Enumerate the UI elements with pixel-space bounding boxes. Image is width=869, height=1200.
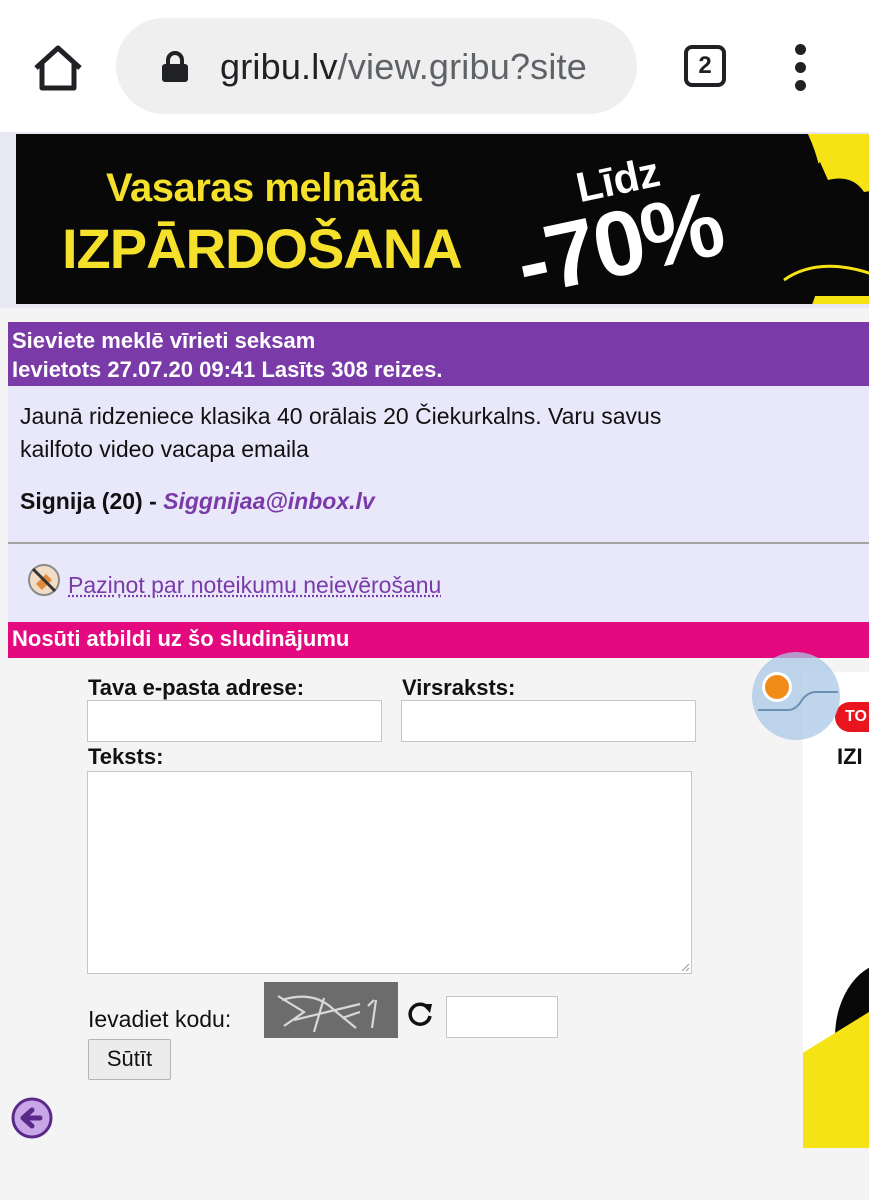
subject-label: Virsraksts: <box>402 675 516 700</box>
browser-toolbar: gribu.lv/view.gribu?site 2 <box>0 0 869 132</box>
divider <box>8 542 869 544</box>
side-ad-yellow <box>803 1012 869 1148</box>
text-label: Teksts: <box>88 744 164 769</box>
reply-header: Nosūti atbildi uz šo sludinājumu <box>8 622 869 658</box>
ad-meta: Ievietots 27.07.20 09:41 Lasīts 308 reiz… <box>12 357 443 382</box>
report-icon[interactable] <box>26 562 62 598</box>
ad-title: Sieviete meklē vīrieti seksam <box>12 328 316 353</box>
captcha-label: Ievadiet kodu: <box>88 1006 232 1032</box>
captcha-input[interactable] <box>446 996 558 1038</box>
side-ad-badge: TO <box>835 702 869 732</box>
wave-icon <box>758 691 838 711</box>
send-button[interactable]: Sūtīt <box>88 1039 171 1080</box>
url-host: gribu.lv <box>220 46 338 87</box>
side-ad[interactable]: TO IZI <box>803 672 869 1148</box>
cat-icon <box>772 162 869 296</box>
report-link[interactable]: Paziņot par noteikumu neievērošanu <box>68 572 441 599</box>
banner-line1: Vasaras melnākā <box>106 166 421 210</box>
resize-handle-icon[interactable] <box>680 962 690 972</box>
page: gribu.lv/view.gribu?site 2 Vasaras melnā… <box>0 0 869 1200</box>
banner-ad[interactable]: Vasaras melnākā IZPĀRDOŠANA Līdz -70% <box>16 134 869 304</box>
refresh-icon[interactable] <box>404 998 436 1030</box>
url-path: /view.gribu?site <box>337 46 587 87</box>
email-label: Tava e-pasta adrese: <box>88 675 305 700</box>
home-icon[interactable] <box>28 38 88 98</box>
lock-icon <box>162 51 188 82</box>
ad-author-name: Signija (20) - <box>20 488 164 514</box>
ad-email-link[interactable]: Siggnijaa@inbox.lv <box>163 488 375 514</box>
message-textarea[interactable] <box>87 771 692 974</box>
subject-field[interactable] <box>401 700 696 742</box>
side-ad-text: IZI <box>837 744 863 769</box>
back-arrow-icon[interactable] <box>10 1096 54 1140</box>
address-bar[interactable]: gribu.lv/view.gribu?site <box>116 18 637 114</box>
ad-body: Jaunā ridzeniece klasika 40 orālais 20 Č… <box>8 386 869 622</box>
url-text: gribu.lv/view.gribu?site <box>220 46 587 88</box>
ad-author: Signija (20) - Siggnijaa@inbox.lv <box>20 488 375 515</box>
ad-header: Sieviete meklē vīrieti seksam Ievietots … <box>8 322 869 386</box>
email-field[interactable] <box>87 700 382 742</box>
more-vert-icon[interactable] <box>786 44 816 92</box>
floating-widget[interactable] <box>752 652 840 740</box>
tab-switcher-button[interactable]: 2 <box>684 45 726 87</box>
ad-text: Jaunā ridzeniece klasika 40 orālais 20 Č… <box>20 403 662 462</box>
captcha-image <box>264 982 398 1038</box>
banner-line2: IZPĀRDOŠANA <box>62 217 463 280</box>
